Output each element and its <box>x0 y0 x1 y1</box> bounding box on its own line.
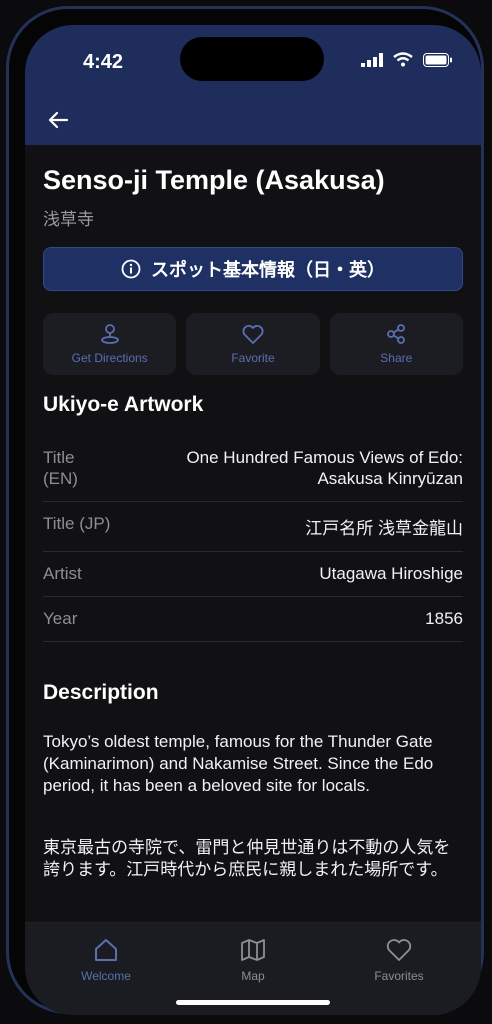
row-key: Year <box>43 609 78 628</box>
spot-info-label: スポット基本情報（日・英） <box>151 260 385 280</box>
action-row: Get Directions Favorite Share <box>43 313 463 375</box>
share-label: Share <box>380 351 413 365</box>
page-title: Senso-ji Temple (Asakusa) <box>43 165 385 195</box>
page-subtitle-jp: 浅草寺 <box>43 210 94 229</box>
artwork-table: Title (EN) One Hundred Famous Views of E… <box>43 435 463 642</box>
description-text-en: Tokyo’s oldest temple, famous for the Th… <box>43 732 434 795</box>
get-directions-label: Get Directions <box>71 351 148 365</box>
battery-icon <box>423 52 452 67</box>
status-time: 4:42 <box>83 51 124 73</box>
heart-icon <box>386 939 412 961</box>
heart-icon <box>242 325 264 344</box>
screen: 4:42 Senso-ji Temple (Asakusa) 浅草寺 スポット基… <box>25 25 481 1015</box>
top-bar: 4:42 <box>25 25 481 145</box>
home-icon <box>95 939 117 961</box>
home-indicator <box>176 1000 330 1005</box>
row-value: 1856 <box>425 609 463 628</box>
get-directions-button[interactable]: Get Directions <box>43 313 177 375</box>
row-value: Utagawa Hiroshige <box>319 564 463 583</box>
favorite-label: Favorite <box>231 351 275 365</box>
row-value: 江戸名所 浅草金龍山 <box>305 519 463 538</box>
tab-welcome[interactable]: Welcome <box>51 937 161 983</box>
info-icon <box>121 259 141 279</box>
table-row: Title (JP) 江戸名所 浅草金龍山 <box>43 502 463 552</box>
arrow-left-icon <box>48 111 69 129</box>
map-pin-icon <box>100 324 119 344</box>
artwork-section-title: Ukiyo-e Artwork <box>43 393 204 416</box>
wifi-icon <box>393 52 413 67</box>
share-button[interactable]: Share <box>329 313 463 375</box>
description-section-title: Description <box>43 681 159 704</box>
table-row: Year 1856 <box>43 597 463 642</box>
table-row: Artist Utagawa Hiroshige <box>43 552 463 597</box>
tab-map[interactable]: Map <box>198 937 308 983</box>
signal-icon <box>361 52 383 67</box>
back-button[interactable] <box>43 105 73 135</box>
tab-welcome-label: Welcome <box>81 969 131 983</box>
favorite-button[interactable]: Favorite <box>186 313 320 375</box>
dynamic-island <box>180 37 324 81</box>
tab-bar: Welcome Map Favorites <box>25 922 481 1015</box>
spot-info-button[interactable]: スポット基本情報（日・英） <box>43 247 463 291</box>
map-icon <box>241 939 265 961</box>
row-key: Title (JP) <box>43 514 111 533</box>
row-key: Artist <box>43 564 82 583</box>
status-icons <box>361 52 453 67</box>
tab-favorites-label: Favorites <box>374 969 424 983</box>
row-value: One Hundred Famous Views of Edo: Asakusa… <box>186 448 463 488</box>
row-key: Title (EN) <box>43 448 78 488</box>
tab-map-label: Map <box>241 969 265 983</box>
description-text-jp: 東京最古の寺院で、雷門と仲見世通りは不動の人気を誇ります。江戸時代から庶民に親し… <box>43 838 451 879</box>
share-icon <box>387 324 406 344</box>
table-row: Title (EN) One Hundred Famous Views of E… <box>43 435 463 502</box>
tab-favorites[interactable]: Favorites <box>344 937 454 983</box>
phone-frame: 4:42 Senso-ji Temple (Asakusa) 浅草寺 スポット基… <box>6 6 484 1015</box>
